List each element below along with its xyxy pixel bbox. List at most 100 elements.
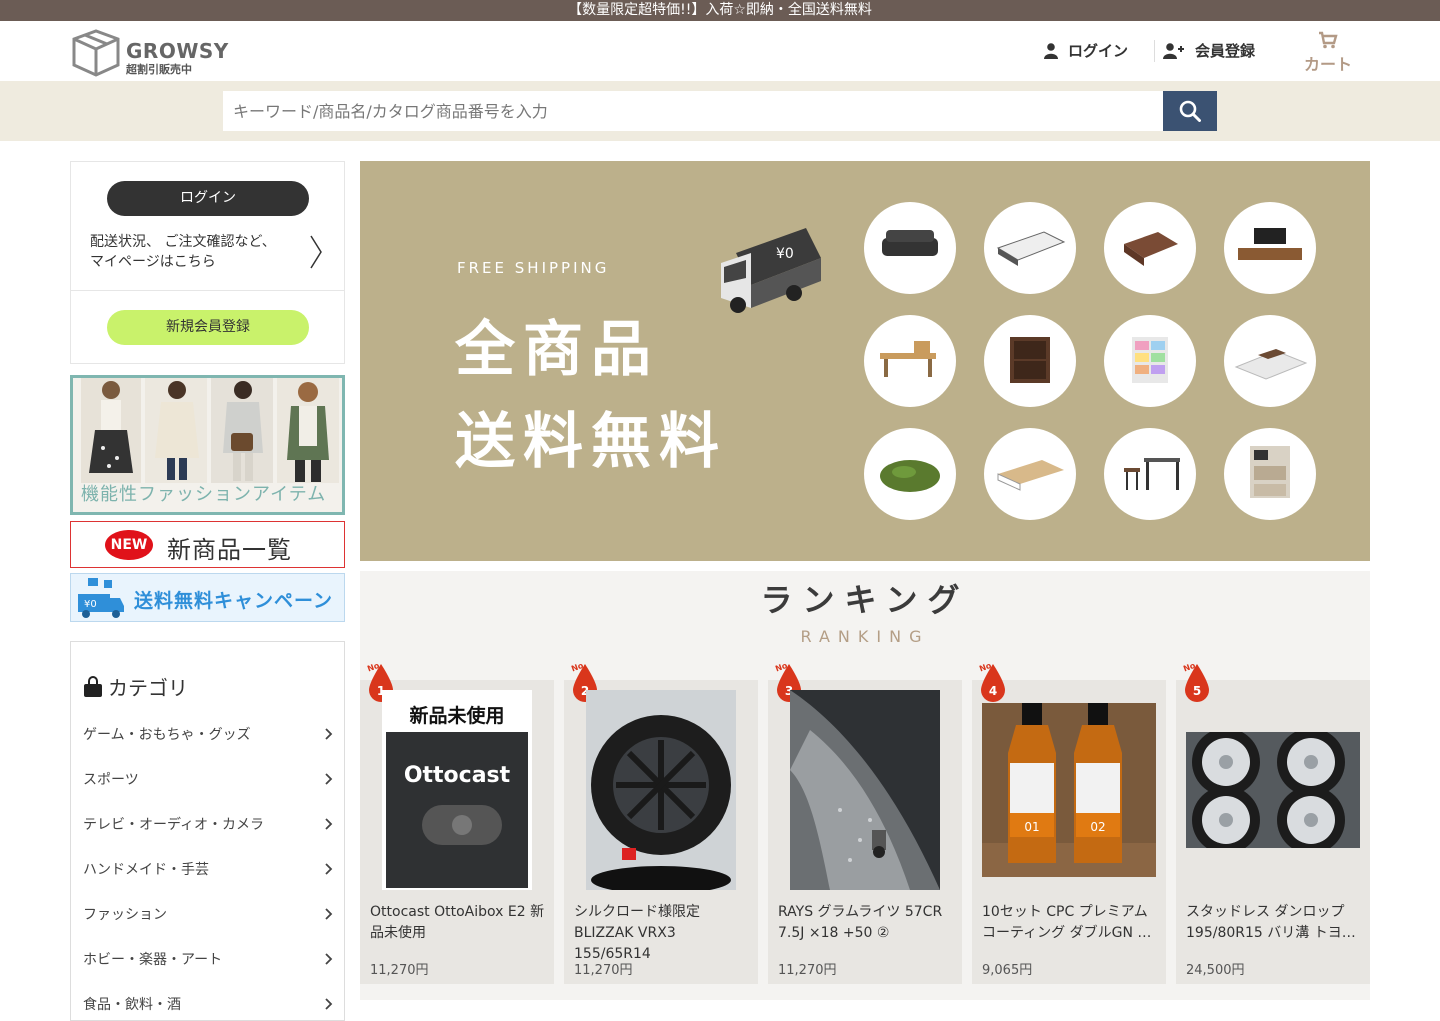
product-image-frame[interactable] xyxy=(574,690,748,890)
site-logo[interactable]: GROWSY 超割引販売中 xyxy=(70,27,230,77)
fashion-banner-text: 機能性ファッションアイテム xyxy=(81,484,327,505)
product-image-brand: Ottocast xyxy=(404,763,511,788)
category-item[interactable]: ハンドメイド・手芸 xyxy=(83,859,333,883)
category-item-label: ファッション xyxy=(83,907,167,923)
product-image-label: 02 xyxy=(1090,820,1105,834)
new-products-banner[interactable]: NEW 新商品一覧 xyxy=(70,521,345,568)
hero-free-shipping-label: FREE SHIPPING xyxy=(457,259,610,277)
hero-furniture-circle xyxy=(864,315,956,407)
product-image-caption: 新品未使用 xyxy=(409,704,504,727)
announcement-bar: 【数量限定超特価!!】入荷☆即納・全国送料無料 xyxy=(0,0,1440,21)
category-item[interactable]: ゲーム・おもちゃ・グッズ xyxy=(83,724,333,748)
category-item[interactable]: スポーツ xyxy=(83,769,333,793)
hero-furniture-circle xyxy=(864,428,956,520)
category-item[interactable]: ホビー・楽器・アート xyxy=(83,949,333,973)
logo-subtext: 超割引販売中 xyxy=(126,63,192,76)
sidebar-register-button[interactable]: 新規会員登録 xyxy=(107,310,309,345)
product-image-frame[interactable]: 新品未使用 Ottocast xyxy=(370,690,544,890)
header-login-label: ログイン xyxy=(1068,42,1129,60)
hero-headline-line1: 全商品 xyxy=(455,315,659,385)
furniture-icon xyxy=(880,341,936,377)
free-shipping-hero-banner[interactable]: FREE SHIPPING 全商品 送料無料 ¥0 xyxy=(360,161,1370,561)
chevron-right-icon xyxy=(325,908,333,920)
product-name[interactable]: RAYS グラムライツ 57CR 7.5J ×18 +50 ② xyxy=(778,902,954,944)
hero-furniture-circle xyxy=(1104,428,1196,520)
new-badge: NEW xyxy=(105,530,153,560)
hero-furniture-circle xyxy=(1224,315,1316,407)
product-image-frame[interactable] xyxy=(1186,690,1360,890)
chevron-right-icon[interactable] xyxy=(309,234,323,270)
furniture-icon xyxy=(997,460,1064,491)
delivery-truck-icon: ¥0 xyxy=(78,578,124,618)
ranking-card[interactable]: No. 2 シルクロード様限定 BLIZZAK VRX3 155/65R14 11,2… xyxy=(564,660,758,984)
cart-label: カート xyxy=(1303,55,1352,74)
ranking-card[interactable]: No. 1 新品未使用 Ottocast Ottocast OttoAibox E2 新… xyxy=(360,660,554,984)
search-input[interactable] xyxy=(223,91,1163,131)
product-image xyxy=(586,690,736,890)
product-price: 11,270円 xyxy=(574,963,633,978)
mypage-description[interactable]: 配送状況、 ご注文確認など、 マイページはこちら xyxy=(90,232,300,272)
cart-icon xyxy=(1319,31,1338,49)
shopping-bag-icon xyxy=(84,675,102,697)
header-login-link[interactable]: ログイン xyxy=(1044,40,1128,61)
hero-furniture-circle xyxy=(1224,428,1316,520)
user-plus-icon xyxy=(1163,42,1184,59)
hero-furniture-circle xyxy=(1104,202,1196,294)
free-shipping-text: 送料無料キャンペーン xyxy=(134,590,334,612)
category-item-label: ハンドメイド・手芸 xyxy=(83,862,209,878)
product-name[interactable]: 10セット CPC プレミアム コーティング ダブルGN … xyxy=(982,902,1158,944)
furniture-icon xyxy=(1124,232,1178,266)
site-header: GROWSY 超割引販売中 ログイン 会員登録 カート xyxy=(0,21,1440,81)
furniture-icon xyxy=(880,460,940,492)
hero-furniture-circle xyxy=(984,202,1076,294)
furniture-icon xyxy=(996,231,1066,266)
hero-furniture-circle xyxy=(984,315,1076,407)
header-register-link[interactable]: 会員登録 xyxy=(1163,40,1255,61)
mypage-description-line: 配送状況、 ご注文確認など、 xyxy=(90,234,276,250)
hero-truck-label: ¥0 xyxy=(776,246,794,262)
product-name[interactable]: シルクロード様限定 BLIZZAK VRX3 155/65R14 xyxy=(574,902,750,965)
ranking-section: ランキング RANKING No. 1 新品未使用 Ottocast Ottocast … xyxy=(360,571,1370,1000)
product-image-label: 01 xyxy=(1024,820,1039,834)
category-item[interactable]: ファッション xyxy=(83,904,333,928)
furniture-icon xyxy=(1010,337,1050,383)
fashion-banner[interactable]: 機能性ファッションアイテム xyxy=(70,375,345,515)
product-price: 11,270円 xyxy=(778,963,837,978)
sidebar-login-button[interactable]: ログイン xyxy=(107,181,309,216)
product-image: 01 02 xyxy=(982,703,1156,877)
search-bar xyxy=(0,81,1440,141)
product-price: 24,500円 xyxy=(1186,963,1245,978)
product-name[interactable]: スタッドレス ダンロップ 195/80R15 バリ溝 トヨ… xyxy=(1186,902,1362,944)
category-item-label: テレビ・オーディオ・カメラ xyxy=(83,817,265,833)
ranking-card[interactable]: No. 5 スタッドレス ダンロップ 195/80R15 バリ溝 トヨ… 24,500… xyxy=(1176,660,1370,984)
truck-label: ¥0 xyxy=(84,599,97,610)
chevron-right-icon xyxy=(325,728,333,740)
cart-link[interactable]: カート xyxy=(1298,31,1358,74)
user-icon xyxy=(1044,42,1058,59)
search-icon xyxy=(1179,100,1201,122)
furniture-icon xyxy=(882,230,938,256)
search-button[interactable] xyxy=(1163,91,1217,131)
header-divider xyxy=(1154,40,1155,62)
chevron-right-icon xyxy=(325,773,333,785)
category-item[interactable]: テレビ・オーディオ・カメラ xyxy=(83,814,333,838)
category-panel: カテゴリ ゲーム・おもちゃ・グッズ スポーツテレビ・オーディオ・カメラ ハンドメイド… xyxy=(70,641,345,1021)
hero-truck-illustration: ¥0 xyxy=(721,228,821,313)
new-products-text: 新商品一覧 xyxy=(167,536,292,564)
free-shipping-banner[interactable]: ¥0 送料無料キャンペーン xyxy=(70,573,345,622)
category-item-label: ゲーム・おもちゃ・グッズ xyxy=(83,727,251,743)
divider xyxy=(71,290,344,291)
product-image-frame[interactable]: 01 02 xyxy=(982,690,1156,890)
product-price: 11,270円 xyxy=(370,963,429,978)
category-item-label: スポーツ xyxy=(83,772,139,788)
ranking-card[interactable]: No. 3 RAYS グラムライツ 57CR 7.5J ×18 +50 ② 11,27… xyxy=(768,660,962,984)
category-title-label: カテゴリ xyxy=(108,676,188,700)
hero-furniture-circle xyxy=(984,428,1076,520)
product-image-frame[interactable] xyxy=(778,690,952,890)
category-item[interactable]: 食品・飲料・酒 xyxy=(83,994,333,1018)
product-price: 9,065円 xyxy=(982,963,1033,978)
mypage-box: ログイン 配送状況、 ご注文確認など、 マイページはこちら 新規会員登録 xyxy=(70,161,345,364)
product-name[interactable]: Ottocast OttoAibox E2 新品未使用 xyxy=(370,902,546,944)
hero-furniture-circle xyxy=(864,202,956,294)
ranking-card[interactable]: No. 4 01 02 10セット CPC プレミアム コーティング ダブルGN … 9,… xyxy=(972,660,1166,984)
